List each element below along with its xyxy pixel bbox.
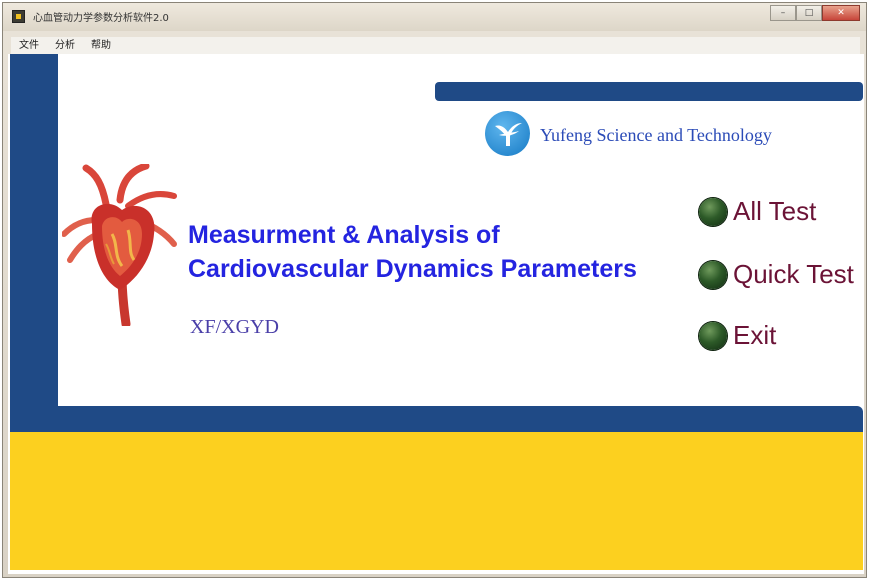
led-indicator-icon: [699, 197, 727, 226]
footer-panel: [10, 432, 863, 570]
model-code: XF/XGYD: [190, 316, 279, 338]
quick-test-label: Quick Test: [733, 259, 854, 289]
title-line-2: Cardiovascular Dynamics Parameters: [188, 255, 637, 283]
left-accent-bar: [10, 54, 58, 416]
menu-help[interactable]: 帮助: [83, 37, 119, 54]
menu-bar: 文件 分析 帮助: [11, 37, 860, 54]
led-indicator-icon: [699, 321, 727, 350]
minimize-button[interactable]: –: [770, 5, 796, 21]
yufeng-logo-icon: [485, 111, 530, 156]
title-bar[interactable]: 心血管动力学参数分析软件2.0 – □ ✕: [3, 3, 866, 31]
minimize-icon: –: [780, 8, 786, 18]
title-line-1: Measurment & Analysis of: [188, 221, 500, 249]
close-button[interactable]: ✕: [822, 5, 860, 21]
app-icon: [12, 10, 25, 23]
page-title: Measurment & Analysis of Cardiovascular …: [188, 218, 637, 286]
close-icon: ✕: [837, 8, 845, 18]
exit-button[interactable]: Exit: [699, 320, 776, 351]
led-indicator-icon: [699, 260, 727, 289]
top-accent-bar: [435, 82, 863, 101]
maximize-icon: □: [804, 8, 814, 18]
menu-analysis[interactable]: 分析: [47, 37, 83, 54]
bottom-accent-bar: [10, 406, 863, 432]
company-name: Yufeng Science and Technology: [540, 125, 772, 145]
quick-test-button[interactable]: Quick Test: [699, 259, 854, 290]
window-controls: – □ ✕: [770, 5, 860, 21]
all-test-button[interactable]: All Test: [699, 196, 816, 227]
main-panel: Yufeng Science and Technology Measurment…: [8, 54, 864, 574]
maximize-button[interactable]: □: [796, 5, 822, 21]
window-title: 心血管动力学参数分析软件2.0: [33, 13, 169, 24]
menu-file[interactable]: 文件: [11, 37, 47, 54]
heart-illustration-icon: [61, 162, 180, 329]
exit-label: Exit: [733, 320, 777, 350]
all-test-label: All Test: [733, 196, 817, 226]
